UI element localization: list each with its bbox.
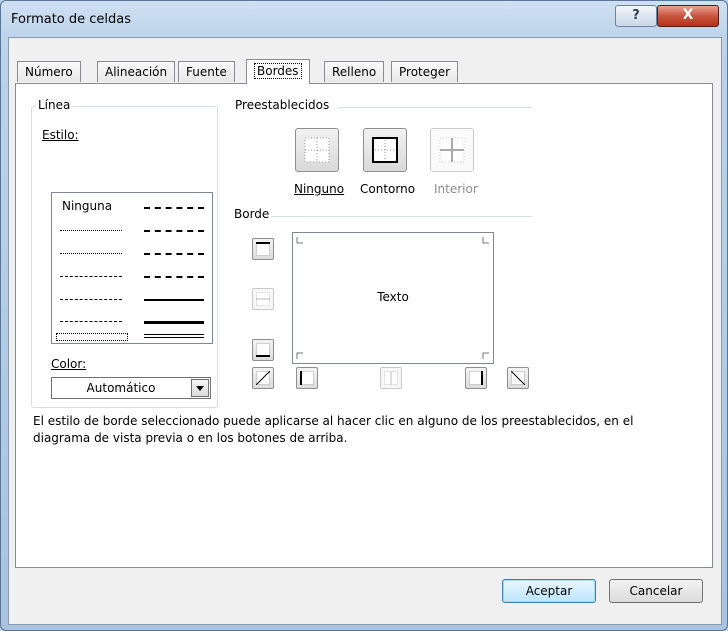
line-style-slant-dash-dot[interactable] [144, 230, 204, 232]
border-left-icon [300, 371, 314, 385]
line-style-hair[interactable] [60, 230, 122, 231]
border-inside-vertical-icon [384, 371, 398, 385]
preset-inside-label: Interior [434, 182, 478, 196]
border-right-icon [469, 371, 483, 385]
line-style-dotted[interactable] [60, 253, 122, 254]
border-top-icon [256, 242, 270, 256]
tab-proteger[interactable]: Proteger [391, 61, 459, 82]
estilo-label: Estilo: [42, 128, 79, 142]
border-preview[interactable]: Texto [292, 232, 494, 364]
preset-outline-icon [372, 137, 398, 163]
window-title: Formato de celdas [11, 12, 132, 27]
close-button[interactable]: X [657, 5, 719, 27]
color-label: Color: [51, 357, 86, 371]
preset-none-icon [304, 137, 330, 163]
border-inside-horizontal-icon [256, 292, 270, 306]
borde-label: Borde [234, 207, 270, 221]
border-description: El estilo de borde seleccionado puede ap… [33, 414, 634, 445]
bordes-panel: Línea Estilo: Ninguna Color: Automático … [15, 83, 713, 568]
line-style-thick[interactable] [144, 321, 204, 324]
border-top-button[interactable] [252, 238, 274, 260]
border-bottom-icon [256, 343, 270, 357]
dialog-window: Formato de celdas ? X Número Alineación … [0, 0, 728, 631]
color-label-text: Color: [51, 357, 87, 371]
line-style-medium-dash-dot-dot[interactable] [144, 207, 204, 209]
border-inside-vertical-button[interactable] [380, 367, 402, 389]
tab-fuente[interactable]: Fuente [178, 61, 235, 82]
border-bottom-button[interactable] [252, 339, 274, 361]
estilo-label-text: Estilo: [42, 128, 79, 142]
line-style-list[interactable]: Ninguna [51, 192, 213, 344]
borde-separator [271, 216, 532, 217]
preset-outline-label-text: Contorno [360, 182, 416, 196]
line-style-thin-selected[interactable] [56, 333, 128, 341]
preset-outline-label: Contorno [360, 182, 415, 196]
linea-group-label: Línea [36, 98, 73, 112]
preestablecidos-label: Preestablecidos [235, 98, 330, 112]
line-style-none[interactable]: Ninguna [62, 199, 112, 213]
help-button[interactable]: ? [615, 5, 657, 27]
border-left-button[interactable] [296, 367, 318, 389]
border-diagonal-up-button[interactable] [252, 367, 274, 389]
border-diagonal-down-button[interactable] [507, 367, 529, 389]
color-dropdown-value: Automático [86, 381, 156, 395]
preset-none-button[interactable] [295, 128, 339, 172]
line-style-dash-dot-thin[interactable] [60, 299, 122, 300]
preview-text: Texto [377, 290, 409, 304]
title-bar[interactable]: Formato de celdas ? X [1, 1, 727, 37]
line-style-dash-dot-dot-thin[interactable] [60, 276, 122, 277]
border-diagonal-up-icon [256, 371, 270, 385]
tab-bordes[interactable]: Bordes [246, 59, 310, 84]
line-style-medium[interactable] [144, 299, 204, 301]
preset-none-label-text: Ninguno [294, 182, 345, 196]
dialog-client: Número Alineación Fuente Bordes Relleno … [8, 37, 722, 625]
preset-inside-icon [439, 137, 465, 163]
line-style-medium-dashed[interactable] [144, 276, 204, 278]
border-diagonal-down-icon [511, 371, 525, 385]
tab-bordes-label: Bordes [254, 63, 302, 79]
preset-inside-button[interactable] [430, 128, 474, 172]
preset-none-label: Ninguno [294, 182, 344, 196]
tab-numero[interactable]: Número [17, 61, 81, 82]
color-dropdown[interactable]: Automático [51, 377, 211, 399]
tab-alineacion[interactable]: Alineación [97, 61, 176, 82]
tab-relleno[interactable]: Relleno [324, 61, 385, 82]
cancel-button[interactable]: Cancelar [609, 579, 703, 603]
line-style-double[interactable] [144, 334, 204, 338]
line-style-dashed-thin[interactable] [60, 321, 122, 322]
preestablecidos-separator [338, 107, 532, 108]
preset-outline-button[interactable] [363, 128, 407, 172]
border-inside-horizontal-button[interactable] [252, 288, 274, 310]
ok-button[interactable]: Aceptar [502, 579, 596, 603]
chevron-down-icon[interactable] [191, 379, 209, 397]
border-right-button[interactable] [465, 367, 487, 389]
line-style-medium-dash-dot[interactable] [144, 253, 204, 255]
